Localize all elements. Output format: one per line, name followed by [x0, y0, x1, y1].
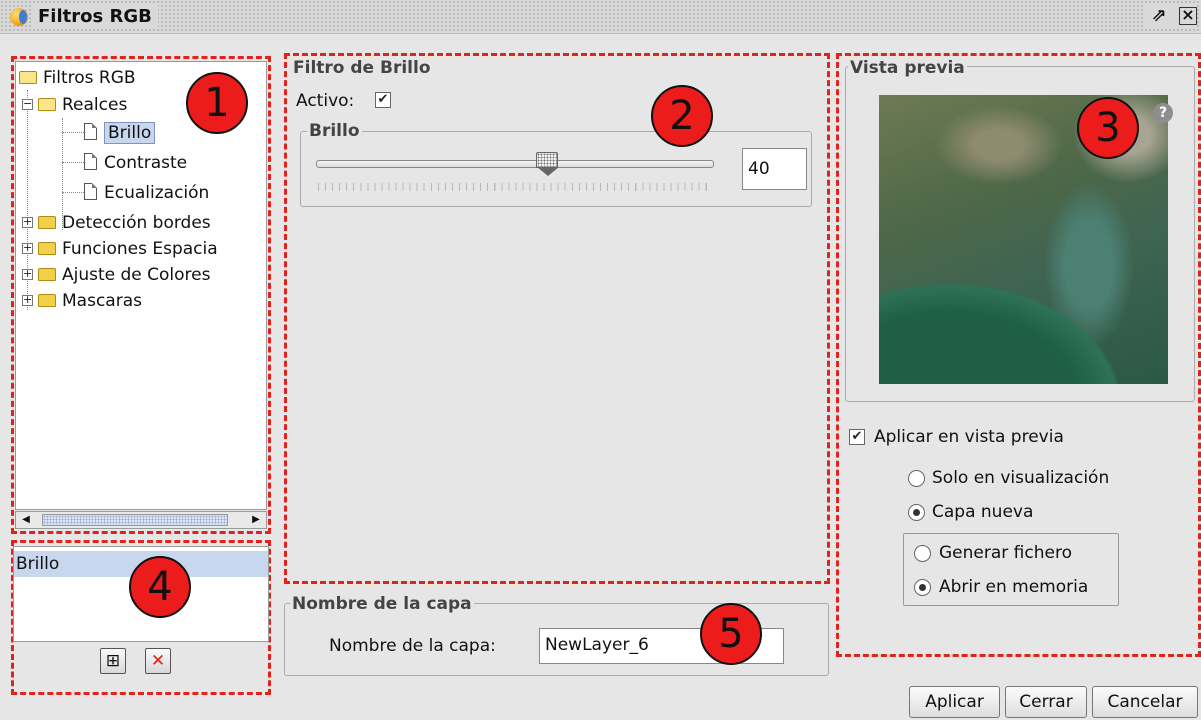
tree-horizontal-scrollbar[interactable]: ◀ ▶ — [15, 511, 267, 529]
annotation-badge-2: 2 — [651, 85, 713, 147]
annotation-badge-3: 3 — [1077, 97, 1139, 159]
tree-group-deteccion-bordes[interactable]: Detección bordes — [38, 210, 211, 236]
apply-preview-label: Aplicar en vista previa — [874, 427, 1064, 447]
radio-label: Abrir en memoria — [939, 577, 1089, 597]
slider-thumb-pointer — [536, 167, 559, 176]
window-title: Filtros RGB — [32, 5, 158, 29]
tree-item-label: Ecualización — [104, 183, 210, 203]
annotation-badge-5: 5 — [700, 603, 762, 665]
tree-root[interactable]: Filtros RGB — [19, 65, 136, 91]
apply-preview-checkbox[interactable]: ✔ — [849, 429, 865, 445]
maximize-icon[interactable]: ⇗ — [1149, 5, 1169, 27]
help-icon[interactable]: ? — [1153, 103, 1173, 123]
folder-open-icon — [19, 71, 37, 84]
radio-generar-fichero[interactable] — [914, 545, 931, 562]
folder-open-icon — [38, 98, 56, 111]
tree-item-label: Brillo — [104, 122, 156, 144]
slider-thumb[interactable] — [535, 152, 558, 168]
expand-icon[interactable]: + — [22, 294, 33, 306]
document-icon — [84, 123, 97, 140]
close-button[interactable]: Cerrar — [1005, 686, 1087, 718]
add-layer-icon: ⊞ — [105, 651, 121, 671]
radio-label: Solo en visualización — [932, 468, 1110, 488]
tree-group-label: Ajuste de Colores — [62, 265, 211, 285]
close-icon[interactable]: × — [1179, 7, 1197, 25]
cancel-button[interactable]: Cancelar — [1092, 686, 1198, 718]
radio-label: Generar fichero — [939, 543, 1072, 563]
scroll-right-icon[interactable]: ▶ — [247, 512, 265, 528]
expand-icon[interactable]: + — [22, 268, 33, 280]
document-icon — [84, 153, 97, 170]
tree-item-brillo[interactable]: Brillo — [84, 120, 156, 146]
apply-button[interactable]: Aplicar — [909, 686, 1000, 718]
folder-icon — [38, 294, 56, 307]
tree-item-ecualizacion[interactable]: Ecualización — [84, 180, 209, 206]
tree-item-contraste[interactable]: Contraste — [84, 150, 187, 176]
preview-title: Vista previa — [848, 58, 967, 78]
expand-icon[interactable]: + — [22, 216, 33, 228]
brightness-value-field[interactable]: 40 — [742, 148, 807, 190]
tree-group-label: Mascaras — [62, 291, 142, 311]
tree-connector — [62, 192, 84, 193]
tree-group-realces[interactable]: Realces — [38, 92, 127, 118]
active-checkbox[interactable]: ✔ — [375, 92, 391, 108]
active-label: Activo: — [296, 91, 355, 111]
tree-group-label: Funciones Espacia — [62, 239, 218, 259]
scroll-left-icon[interactable]: ◀ — [17, 512, 35, 528]
slider-ticks — [318, 183, 712, 191]
add-layer-button[interactable]: ⊞ — [100, 648, 126, 674]
brightness-slider[interactable] — [316, 160, 714, 168]
brightness-filter-title: Filtro de Brillo — [291, 58, 433, 78]
folder-icon — [38, 268, 56, 281]
expand-icon[interactable]: + — [22, 242, 33, 254]
annotation-badge-4: 4 — [129, 556, 191, 618]
tree-item-label: Contraste — [104, 153, 188, 173]
tree-root-label: Filtros RGB — [43, 68, 136, 88]
document-icon — [84, 183, 97, 200]
radio-label: Capa nueva — [932, 502, 1034, 522]
radio-capa-nueva[interactable] — [908, 504, 925, 521]
layer-name-label: Nombre de la capa: — [329, 636, 496, 656]
tree-connector — [62, 132, 84, 133]
radio-solo-visualizacion[interactable] — [908, 470, 925, 487]
layer-name-title: Nombre de la capa — [290, 594, 474, 614]
tree-connector — [62, 162, 84, 163]
brightness-subgroup-title: Brillo — [307, 121, 362, 141]
tree-group-label: Realces — [62, 95, 128, 115]
delete-icon: ✕ — [150, 651, 166, 671]
tree-group-label: Detección bordes — [62, 213, 211, 233]
scrollbar-thumb[interactable] — [42, 514, 228, 526]
app-icon — [10, 8, 28, 26]
tree-group-funciones-espaciales[interactable]: Funciones Espacia — [38, 236, 218, 262]
tree-group-ajuste-colores[interactable]: Ajuste de Colores — [38, 262, 211, 288]
title-bar[interactable] — [0, 0, 1201, 34]
remove-filter-button[interactable]: ✕ — [145, 648, 171, 674]
radio-abrir-memoria[interactable] — [914, 579, 931, 596]
window-controls: ⇗ × — [1143, 5, 1197, 27]
tree-group-mascaras[interactable]: Mascaras — [38, 288, 142, 314]
folder-icon — [38, 242, 56, 255]
annotation-badge-1: 1 — [186, 72, 248, 134]
folder-icon — [38, 216, 56, 229]
collapse-icon[interactable]: − — [22, 98, 33, 110]
